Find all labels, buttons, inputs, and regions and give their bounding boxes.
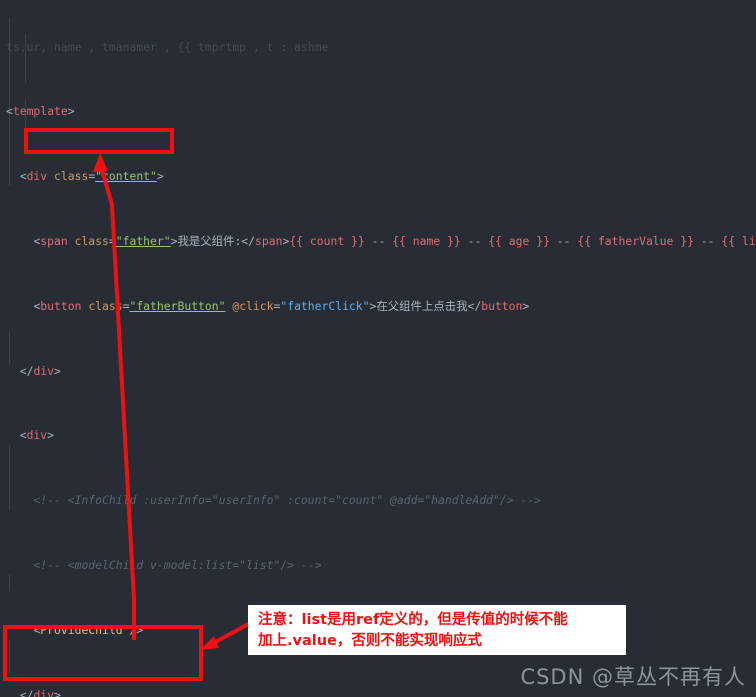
csdn-watermark: CSDN @草丛不再有人 [520,665,746,689]
code-line: <div> [19,428,55,443]
code-line: ts,ur, name , tmanamer , {{ tmprtmp , t … [6,39,329,54]
code-line: <template> [6,104,75,119]
note-line-2: 加上.value，否则不能实现响应式 [258,633,482,649]
code-line: <button class="fatherButton" @click="fat… [33,298,530,313]
code-line: <!-- <InfoChild :userInfo="userInfo" :co… [33,493,541,508]
screenshot-root: ts,ur, name , tmanamer , {{ tmprtmp , t … [0,0,756,697]
code-line: <!-- <modelChild v-model:list="list"/> -… [33,557,322,572]
code-line: <span class="father">我是父组件:</span>{{ cou… [33,234,756,248]
annotation-note: 注意：list是用ref定义的，但是传值的时候不能 加上.value，否则不能实… [248,605,626,655]
note-line-1: 注意：list是用ref定义的，但是传值的时候不能 [258,612,568,628]
code-content[interactable]: ts,ur, name , tmanamer , {{ tmprtmp , t … [0,0,756,697]
code-editor[interactable]: ts,ur, name , tmanamer , {{ tmprtmp , t … [0,0,756,697]
code-line: <div class="content"> [19,169,164,184]
code-line: </div> [19,363,61,378]
